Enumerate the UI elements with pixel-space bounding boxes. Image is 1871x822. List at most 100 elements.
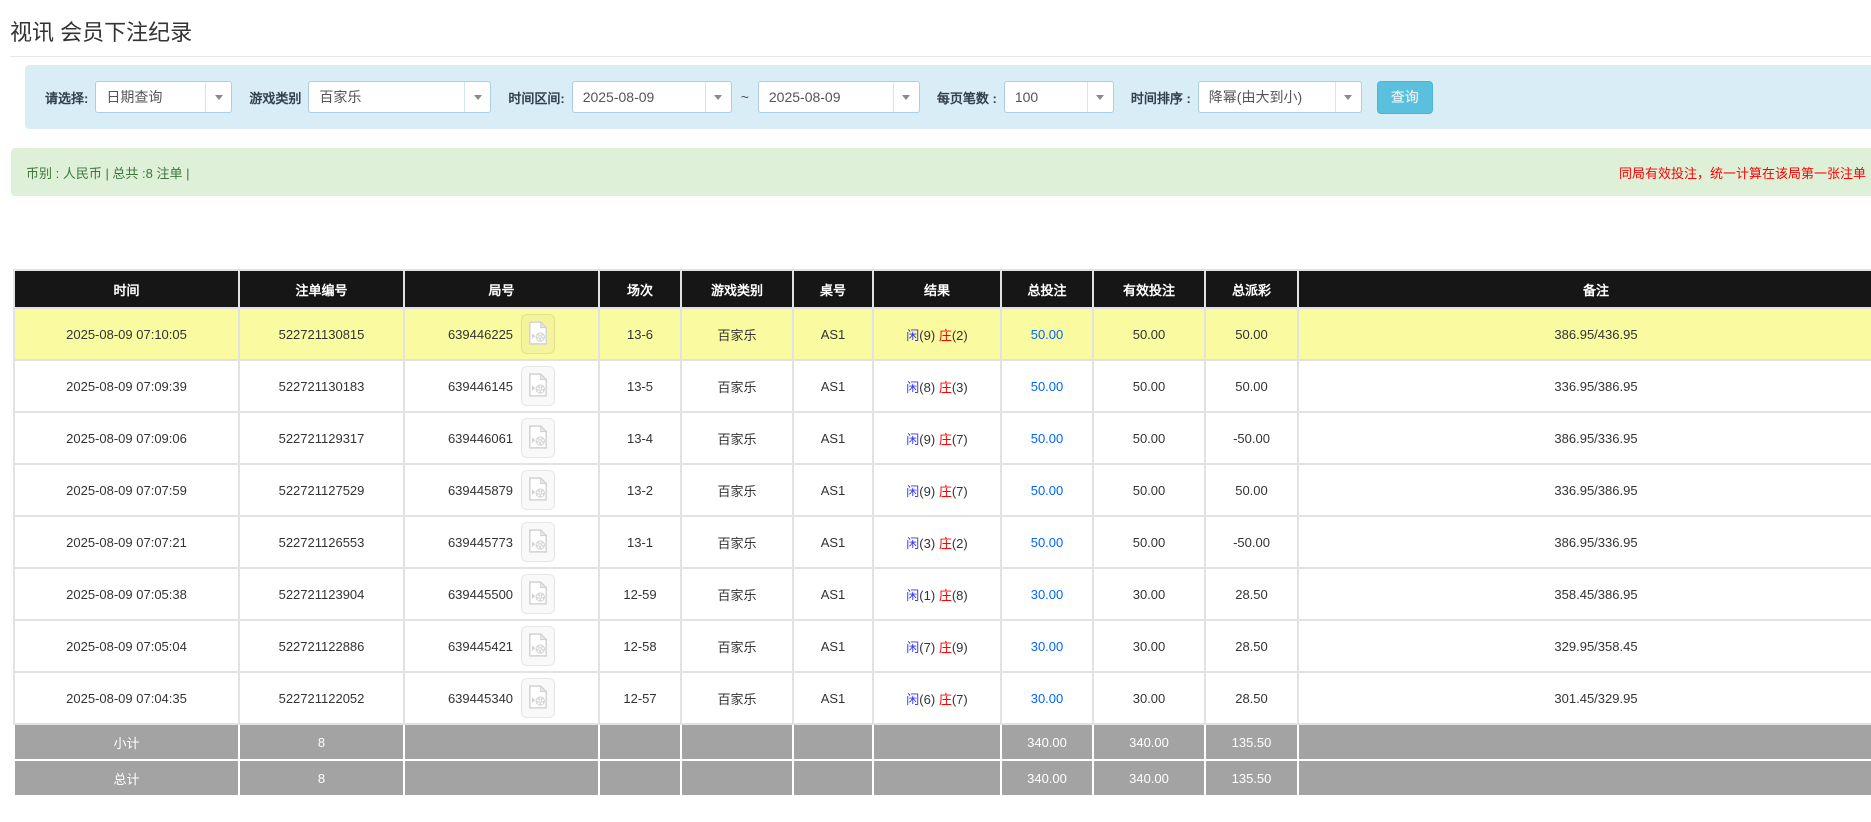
header-row: 时间 注单编号 局号 场次 游戏类别 桌号 结果 总投注 有效投注 总派彩 备注	[13, 269, 1871, 309]
cell-table-no: AS1	[792, 411, 874, 465]
round-id-wrap: 639445500	[447, 574, 556, 614]
cell-remark: 336.95/386.95	[1297, 359, 1871, 413]
game-category-dropdown-button[interactable]	[464, 82, 491, 112]
result-player-label: 闲	[906, 379, 920, 395]
cell-result: 闲(1) 庄(8)	[872, 567, 1002, 621]
date-to-dropdown-button[interactable]	[892, 82, 919, 112]
cell-result: 闲(9) 庄(7)	[872, 463, 1002, 517]
page-size-dropdown-button[interactable]	[1086, 82, 1113, 112]
grandtotal-row-label: 总计	[13, 759, 240, 797]
cell-valid-bet: 30.00	[1092, 671, 1206, 725]
time-range-label: 时间区间:	[508, 90, 565, 106]
range-tilde: ~	[740, 89, 749, 105]
search-button[interactable]: 查询	[1376, 80, 1433, 114]
round-id-number: 639445879	[447, 482, 514, 498]
page-size-select[interactable]: 100	[1003, 81, 1114, 113]
video-replay-button[interactable]	[521, 522, 556, 562]
video-replay-button[interactable]	[521, 678, 556, 718]
cell-payout: 28.50	[1204, 619, 1299, 673]
video-replay-button[interactable]	[521, 314, 556, 354]
video-replay-button[interactable]	[521, 574, 556, 614]
cell-bet-id: 522721130183	[238, 359, 405, 413]
result-banker-score: (7)	[951, 483, 968, 499]
total-bet-link[interactable]: 30.00	[1031, 639, 1064, 654]
subtotal-row-label: 小计	[13, 723, 240, 761]
caret-down-icon	[902, 94, 911, 100]
cell-remark: 386.95/436.95	[1297, 307, 1871, 361]
cell-payout: -50.00	[1204, 411, 1299, 465]
column-header-bet-id: 注单编号	[238, 269, 405, 309]
cell-round-id: 639445500	[403, 567, 600, 621]
cell-game-category: 百家乐	[680, 567, 794, 621]
time-sort-label: 时间排序 :	[1130, 90, 1191, 106]
subtotal-row-empty-cell	[1297, 723, 1871, 761]
caret-down-icon	[1344, 94, 1353, 100]
cell-result: 闲(9) 庄(2)	[872, 307, 1002, 361]
total-bet-link[interactable]: 50.00	[1031, 379, 1064, 394]
cell-game-category: 百家乐	[680, 359, 794, 413]
time-sort-select[interactable]: 降幂(由大到小)	[1197, 81, 1362, 113]
filter-bar: 请选择: 日期查询 游戏类别 百家乐 时间区间: 2025-08-09 ~ 20…	[25, 65, 1871, 129]
date-to-select[interactable]: 2025-08-09	[757, 81, 920, 113]
result-player-label: 闲	[906, 691, 920, 707]
cell-total-bet: 30.00	[1000, 671, 1094, 725]
cell-time: 2025-08-09 07:10:05	[13, 307, 240, 361]
video-replay-button[interactable]	[521, 626, 556, 666]
film-document-icon	[528, 580, 548, 608]
total-bet-link[interactable]: 50.00	[1031, 483, 1064, 498]
result-player-label: 闲	[906, 639, 920, 655]
cell-payout: 50.00	[1204, 463, 1299, 517]
cell-valid-bet: 50.00	[1092, 463, 1206, 517]
total-bet-link[interactable]: 30.00	[1031, 587, 1064, 602]
cell-round-id: 639445421	[403, 619, 600, 673]
cell-total-bet: 50.00	[1000, 307, 1094, 361]
time-sort-dropdown-button[interactable]	[1334, 82, 1361, 112]
same-round-note: 同局有效投注，统一计算在该局第一张注单	[1618, 165, 1866, 181]
grandtotal-row-payout: 135.50	[1204, 759, 1299, 797]
cell-valid-bet: 50.00	[1092, 515, 1206, 569]
video-replay-button[interactable]	[521, 418, 556, 458]
cell-time: 2025-08-09 07:09:06	[13, 411, 240, 465]
grandtotal-row-empty-cell	[792, 759, 874, 797]
result-banker-score: (2)	[951, 327, 968, 343]
cell-session: 13-2	[598, 463, 682, 517]
table-row: 2025-08-09 07:07:21 522721126553 639445773…	[13, 515, 1871, 569]
result-banker-score: (7)	[951, 691, 968, 707]
round-id-wrap: 639445879	[447, 470, 556, 510]
result-banker-score: (9)	[951, 639, 968, 655]
subtotal-row-payout: 135.50	[1204, 723, 1299, 761]
video-replay-button[interactable]	[521, 366, 556, 406]
cell-total-bet: 50.00	[1000, 411, 1094, 465]
page-size-value: 100	[1014, 89, 1039, 105]
game-category-select[interactable]: 百家乐	[308, 81, 492, 113]
total-bet-link[interactable]: 50.00	[1031, 327, 1064, 342]
column-header-result: 结果	[872, 269, 1002, 309]
query-type-dropdown-button[interactable]	[205, 82, 232, 112]
cell-round-id: 639446145	[403, 359, 600, 413]
film-document-icon	[528, 528, 548, 556]
date-from-dropdown-button[interactable]	[704, 82, 731, 112]
cell-remark: 386.95/336.95	[1297, 411, 1871, 465]
round-id-number: 639445500	[447, 586, 514, 602]
video-replay-button[interactable]	[521, 470, 556, 510]
result-player-label: 闲	[906, 587, 920, 603]
cell-payout: 28.50	[1204, 567, 1299, 621]
grandtotal-row: 总计 8 340.00 340.00 135.50	[13, 759, 1871, 797]
column-header-valid-bet: 有效投注	[1092, 269, 1206, 309]
cell-remark: 336.95/386.95	[1297, 463, 1871, 517]
cell-remark: 301.45/329.95	[1297, 671, 1871, 725]
time-sort-value: 降幂(由大到小)	[1208, 89, 1303, 105]
total-bet-link[interactable]: 50.00	[1031, 431, 1064, 446]
subtotal-row-count: 8	[238, 723, 405, 761]
total-bet-link[interactable]: 30.00	[1031, 691, 1064, 706]
cell-game-category: 百家乐	[680, 411, 794, 465]
betting-records-table: 时间 注单编号 局号 场次 游戏类别 桌号 结果 总投注 有效投注 总派彩 备注 2025-08-0…	[13, 269, 1871, 797]
cell-session: 12-58	[598, 619, 682, 673]
subtotal-row-empty-cell	[872, 723, 1002, 761]
date-from-select[interactable]: 2025-08-09	[571, 81, 732, 113]
grandtotal-row-valid-bet: 340.00	[1092, 759, 1206, 797]
total-bet-link[interactable]: 50.00	[1031, 535, 1064, 550]
query-type-select[interactable]: 日期查询	[95, 81, 233, 113]
subtotal-row: 小计 8 340.00 340.00 135.50	[13, 723, 1871, 761]
round-id-number: 639446061	[447, 430, 514, 446]
